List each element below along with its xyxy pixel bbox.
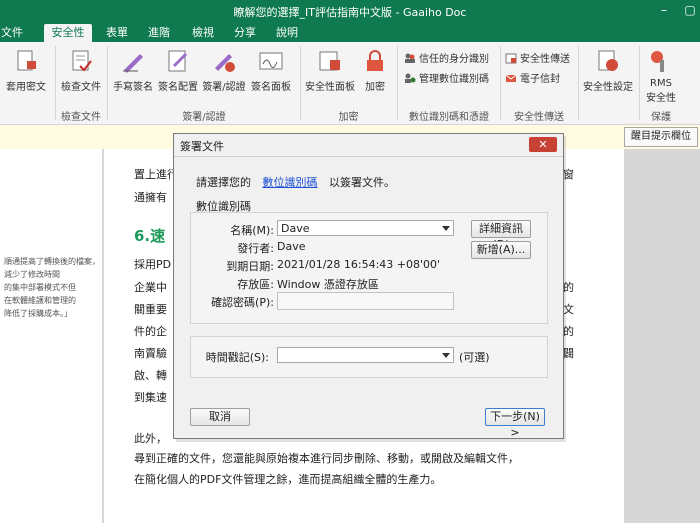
cancel-button[interactable]: 取消 (190, 408, 250, 426)
trusted-identities-button[interactable]: 信任的身分識別 (404, 50, 489, 65)
name-label: 名稱(M): (230, 224, 274, 237)
security-panel-button[interactable]: 安全性面板 (302, 48, 358, 93)
prompt-prefix: 請選擇您的 (196, 176, 251, 189)
doc-line: 啟、轉 (134, 369, 167, 382)
tab-share[interactable]: 分享 (228, 24, 262, 42)
security-panel-icon (319, 51, 340, 71)
doc-line: 尋到正確的文件，您還能與原始複本進行同步刪除、移動，或開啟及編輯文件， (134, 452, 519, 465)
user-id-icon (405, 73, 416, 83)
tab-file[interactable]: 文件 (0, 24, 24, 42)
title-bar: 瞭解您的選擇_IT評估指南中文版 - Gaaiho Doc – ▢ (0, 0, 700, 22)
tab-view[interactable]: 檢視 (186, 24, 220, 42)
tab-security[interactable]: 安全性 (44, 24, 92, 42)
pen-icon (123, 54, 143, 73)
document-lock-icon (17, 50, 36, 71)
tab-advanced[interactable]: 進階 (142, 24, 176, 42)
dialog-title-bar: 簽署文件 ✕ (174, 134, 563, 157)
close-button[interactable]: ✕ (529, 137, 557, 152)
doc-line: 件的企 (134, 325, 167, 338)
tab-help[interactable]: 說明 (270, 24, 304, 42)
doc-line: 採用PD (134, 258, 172, 271)
rms-security-button[interactable]: RMS 安全性 (641, 48, 681, 104)
left-page-text: 順通提高了轉換後的檔案，減少了修改時間 的集中部署模式不但 在軟體維護和管理的 … (4, 257, 100, 318)
chevron-down-icon (442, 353, 450, 358)
sign-certify-button[interactable]: 簽署/認證 (200, 48, 248, 93)
lock-icon (367, 50, 383, 71)
add-id-button[interactable]: 新增(A)... (471, 241, 531, 259)
issuer-value: Dave (277, 240, 306, 253)
group-label-protect: 保護 (651, 112, 671, 123)
secure-send-icon (505, 53, 517, 64)
next-button[interactable]: 下一步(N) > (485, 408, 545, 439)
encrypt-button[interactable]: 加密 (358, 48, 392, 93)
ribbon: 套用密文 檢查文件 手寫簽名 簽名配置 簽署/認證 簽名面板 安全性面板 加密 … (0, 42, 700, 125)
group-label-sign: 簽署/認證 (182, 112, 226, 123)
doc-line: 在簡化個人的PDF文件管理之餘，進而提高組織全體的生產力。 (134, 473, 442, 486)
group-label-check: 檢查文件 (61, 112, 101, 123)
security-settings-button[interactable]: 安全性設定 (580, 48, 636, 93)
window-title: 瞭解您的選擇_IT評估指南中文版 - Gaaiho Doc (233, 6, 467, 19)
doc-line: 此外， (134, 432, 167, 445)
signature-config-button[interactable]: 簽名配置 (156, 48, 200, 93)
group-label-digital-ids: 數位識別碼和憑證 (409, 112, 489, 123)
maximize-button[interactable]: ▢ (680, 2, 700, 18)
doc-line: 通擁有 (134, 191, 167, 204)
group-label-secure-delivery: 安全性傳送 (514, 112, 564, 123)
dialog-title: 簽署文件 (180, 140, 224, 153)
timestamp-label: 時間戳記(S): (205, 351, 269, 364)
password-label: 確認密碼(P): (211, 296, 274, 309)
expiry-value: 2021/01/28 16:54:43 +08'00' (277, 258, 441, 271)
handwritten-sign-button[interactable]: 手寫簽名 (110, 48, 156, 93)
issuer-label: 發行者: (237, 242, 274, 255)
section-heading: 6.速 (134, 227, 166, 245)
signature-panel-button[interactable]: 簽名面板 (248, 48, 294, 93)
doc-line: 南賣驗 (134, 347, 167, 360)
users-icon (405, 53, 415, 63)
group-label-encrypt: 加密 (338, 112, 359, 123)
storage-label: 存放區: (237, 278, 274, 291)
sign-document-dialog: 簽署文件 ✕ 請選擇您的 數位識別碼 以簽署文件。 數位識別碼 名稱(M): D… (173, 133, 564, 439)
signature-panel-icon (259, 52, 283, 70)
doc-line: 企業中 (134, 281, 167, 294)
highlight-fields-button[interactable]: 醒目提示欄位 (624, 127, 698, 147)
name-select-value: Dave (281, 222, 310, 235)
tab-forms[interactable]: 表單 (100, 24, 134, 42)
rms-key-icon (651, 51, 664, 72)
digital-id-link[interactable]: 數位識別碼 (263, 176, 318, 189)
secure-delivery-button[interactable]: 安全性傳送 (505, 50, 570, 65)
manage-digital-ids-button[interactable]: 管理數位識別碼 (404, 70, 489, 85)
password-field[interactable] (277, 292, 454, 310)
email-envelope-button[interactable]: 電子信封 (505, 70, 560, 85)
timestamp-select[interactable] (277, 347, 454, 363)
chevron-down-icon (442, 226, 450, 231)
group-separator (578, 46, 579, 120)
prompt-suffix: 以簽署文件。 (329, 176, 395, 189)
minimize-button[interactable]: – (654, 2, 674, 18)
certify-pen-icon (215, 54, 235, 72)
menu-tabs: 文件 安全性 表單 進階 檢視 分享 說明 (0, 22, 700, 42)
check-document-button[interactable]: 檢查文件 (58, 48, 104, 93)
signature-form-icon (168, 50, 187, 72)
document-check-icon (72, 50, 92, 72)
details-button[interactable]: 詳細資訊(D) (471, 220, 531, 251)
doc-line: 關重要 (134, 303, 167, 316)
apply-password-button[interactable]: 套用密文 (0, 48, 52, 93)
name-select[interactable]: Dave (277, 220, 454, 236)
left-page-fragment: 順通提高了轉換後的檔案，減少了修改時間 的集中部署模式不但 在軟體維護和管理的 … (0, 149, 102, 523)
storage-value: Window 憑證存放區 (277, 278, 379, 291)
expiry-label: 到期日期: (226, 260, 274, 273)
security-settings-icon (598, 50, 618, 71)
optional-note: (可選) (459, 351, 490, 364)
dialog-prompt: 請選擇您的 數位識別碼 以簽署文件。 (196, 174, 395, 190)
envelope-icon (505, 74, 517, 82)
doc-line: 置上進行 (134, 168, 178, 181)
doc-line: 到集速 (134, 391, 167, 404)
